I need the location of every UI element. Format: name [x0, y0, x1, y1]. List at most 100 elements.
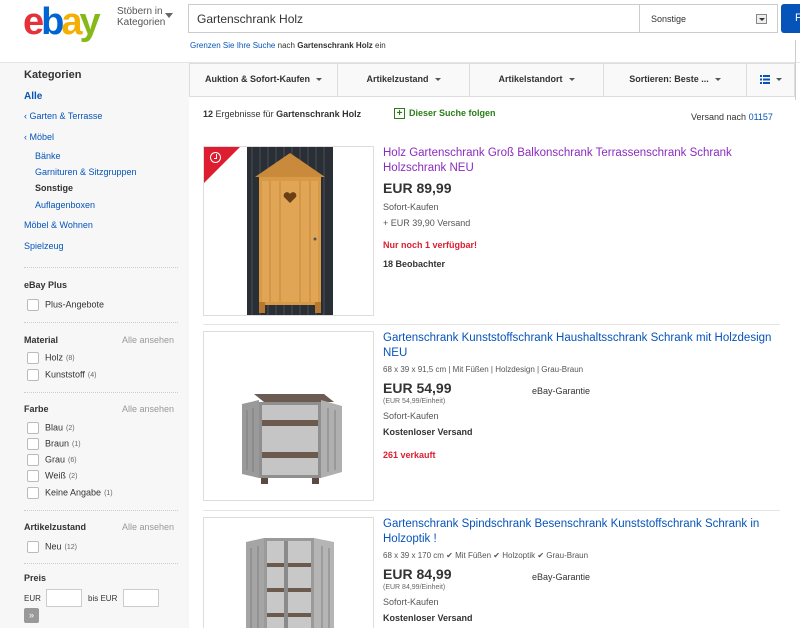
list-view-icon	[759, 75, 770, 85]
ebay-logo[interactable]: ebay	[23, 3, 101, 41]
price-from-label: EUR	[24, 594, 41, 603]
filter-condition-label: Artikelzustand	[366, 74, 429, 84]
plastic-cabinet-image	[242, 394, 342, 484]
category-furniture-link[interactable]: ‹ Möbel	[24, 132, 54, 142]
price-min-input[interactable]	[46, 589, 82, 607]
item-availability: Nur noch 1 verfügbar!	[383, 240, 478, 250]
filter-condition-dropdown[interactable]: Artikelzustand	[338, 64, 470, 96]
search-button[interactable]: F	[781, 4, 800, 33]
search-input[interactable]	[189, 5, 639, 32]
item-title-link[interactable]: Gartenschrank Spindschrank Besenschrank …	[383, 517, 780, 547]
item-image[interactable]	[203, 146, 374, 316]
item-title-link[interactable]: Holz Gartenschrank Groß Balkonschrank Te…	[383, 146, 780, 176]
item-price: EUR 89,99	[383, 180, 452, 196]
view-toggle-dropdown[interactable]	[747, 64, 794, 96]
filter-count: (2)	[66, 425, 75, 433]
subcategory-link[interactable]: Garnituren & Sitzgruppen	[35, 167, 137, 177]
search-input-box[interactable]	[188, 4, 640, 33]
caret-down-icon	[714, 78, 721, 82]
result-count-number: 12	[203, 109, 214, 119]
subcategory-link[interactable]: Bänke	[35, 151, 61, 161]
filter-color[interactable]: Blau (2)	[27, 422, 75, 434]
filter-label: Grau	[45, 454, 66, 465]
filter-color[interactable]: Keine Angabe (1)	[27, 487, 113, 499]
refine-middle-text: nach	[277, 41, 295, 50]
result-query: Gartenschrank Holz	[276, 109, 362, 119]
subcategory-current: Sonstige	[35, 183, 74, 193]
ship-to-label: Versand nach	[691, 112, 747, 122]
item-title-link[interactable]: Gartenschrank Kunststoffschrank Haushalt…	[383, 331, 780, 361]
filter-count: (1)	[72, 441, 81, 449]
checkbox[interactable]	[27, 352, 39, 364]
filter-count: (8)	[66, 355, 75, 363]
checkbox[interactable]	[27, 369, 39, 381]
list-item: Holz Gartenschrank Groß Balkonschrank Te…	[203, 146, 780, 325]
time-badge	[204, 147, 240, 183]
checkbox[interactable]	[27, 470, 39, 482]
filter-color[interactable]: Braun (1)	[27, 438, 81, 450]
filter-label: Blau	[45, 422, 64, 433]
filter-label: Weiß	[45, 470, 66, 481]
sidebar-divider	[24, 322, 178, 323]
sort-dropdown[interactable]: Sortieren: Beste ...	[604, 64, 747, 96]
item-separator	[203, 510, 780, 511]
filter-material-kunststoff[interactable]: Kunststoff (4)	[27, 369, 96, 381]
checkbox[interactable]	[27, 454, 39, 466]
header: ebay Stöbern in Kategorien Sonstige F Gr…	[0, 0, 800, 100]
caret-down-icon	[434, 78, 441, 82]
item-guarantee: eBay-Garantie	[532, 572, 591, 582]
filter-label: Kunststoff	[45, 369, 85, 380]
price-submit-button[interactable]: »	[24, 608, 39, 623]
refine-search-line: Grenzen Sie Ihre Suche nach Gartenschran…	[190, 41, 386, 50]
filter-condition-new[interactable]: Neu (12)	[27, 541, 77, 553]
item-price: EUR 54,99	[383, 380, 452, 396]
material-see-all-link[interactable]: Alle ansehen	[122, 335, 174, 345]
chevron-down-icon[interactable]	[165, 13, 173, 18]
filter-color[interactable]: Weiß (2)	[27, 470, 77, 482]
dropdown-arrow-icon[interactable]	[756, 14, 767, 24]
checkbox[interactable]	[27, 299, 39, 311]
sort-label: Sortieren: Beste ...	[629, 74, 709, 84]
item-format: Sofort-Kaufen	[383, 597, 439, 607]
price-max-input[interactable]	[123, 589, 159, 607]
filter-color[interactable]: Grau (6)	[27, 454, 77, 466]
checkbox[interactable]	[27, 422, 39, 434]
item-shipping: Kostenloser Versand	[383, 613, 473, 623]
filter-format-dropdown[interactable]: Auktion & Sofort-Kaufen	[190, 64, 338, 96]
refine-search-link[interactable]: Grenzen Sie Ihre Suche	[190, 41, 275, 50]
follow-search-label: Dieser Suche folgen	[409, 108, 496, 118]
item-watchers: 18 Beobachter	[383, 259, 446, 269]
subcategory-link[interactable]: Auflagenboxen	[35, 200, 95, 210]
item-sold-count: 261 verkauft	[383, 450, 436, 460]
item-image[interactable]	[203, 517, 374, 628]
plastic-locker-image	[246, 538, 334, 628]
category-select[interactable]: Sonstige	[640, 4, 778, 33]
category-toys-link[interactable]: Spielzeug	[24, 241, 64, 251]
filter-count: (12)	[64, 544, 77, 552]
checkbox[interactable]	[27, 487, 39, 499]
checkbox[interactable]	[27, 438, 39, 450]
item-unit-price: (EUR 54,99/Einheit)	[383, 398, 446, 405]
condition-heading: Artikelzustand	[24, 522, 87, 532]
ship-to-zip-link[interactable]: 01157	[749, 112, 773, 122]
sidebar-divider	[24, 510, 178, 511]
result-count: 12 Ergebnisse für Gartenschrank Holz	[203, 109, 361, 119]
category-all-link[interactable]: Alle	[24, 91, 42, 102]
category-living-link[interactable]: Möbel & Wohnen	[24, 220, 93, 230]
filter-label: Holz	[45, 352, 64, 363]
filter-label: Keine Angabe	[45, 487, 102, 498]
condition-see-all-link[interactable]: Alle ansehen	[122, 522, 174, 532]
sidebar: Kategorien Alle ‹ Garten & Terrasse ‹ Mö…	[0, 63, 189, 628]
filter-plus-offers[interactable]: Plus-Angebote	[27, 299, 104, 311]
follow-search-button[interactable]: + Dieser Suche folgen	[394, 108, 496, 120]
refine-suffix-text: ein	[375, 41, 386, 50]
category-garden-link[interactable]: ‹ Garten & Terrasse	[24, 111, 102, 121]
filter-material-holz[interactable]: Holz (8)	[27, 352, 75, 364]
filter-location-dropdown[interactable]: Artikelstandort	[470, 64, 604, 96]
refine-query: Gartenschrank Holz	[297, 41, 373, 50]
item-image[interactable]	[203, 331, 374, 501]
checkbox[interactable]	[27, 541, 39, 553]
item-shipping: Kostenloser Versand	[383, 427, 473, 437]
item-guarantee: eBay-Garantie	[532, 386, 591, 396]
color-see-all-link[interactable]: Alle ansehen	[122, 404, 174, 414]
